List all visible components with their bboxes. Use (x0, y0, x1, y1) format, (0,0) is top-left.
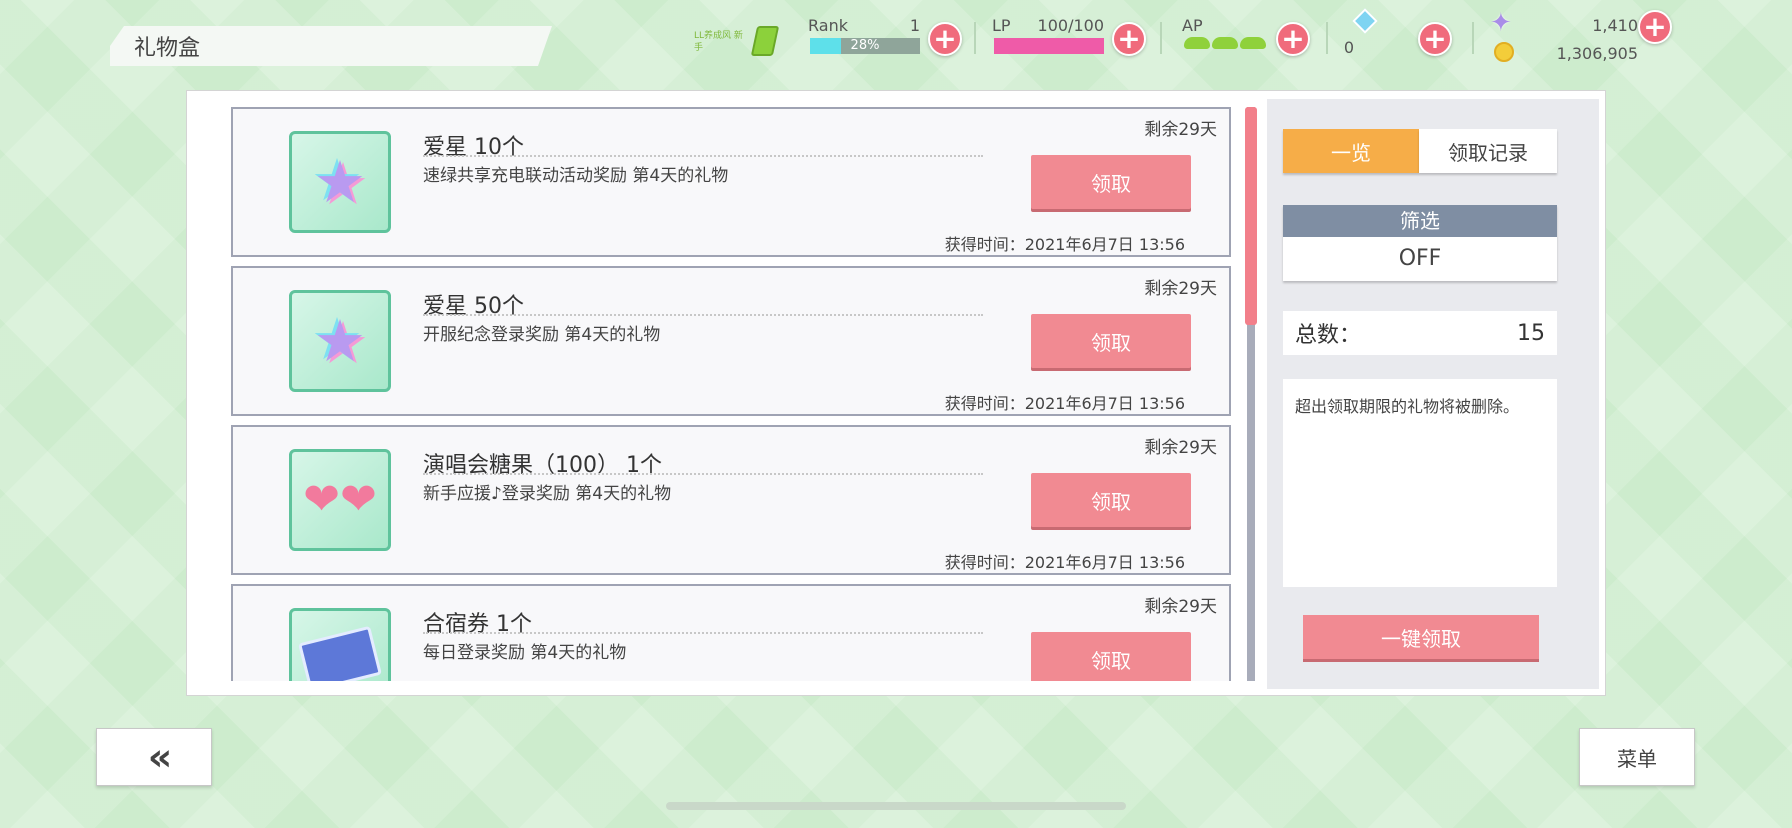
player-badge[interactable]: LL养成风 新手 (694, 24, 790, 60)
hud-divider (974, 22, 976, 54)
gift-description: 速绿共享充电联动活动奖励 第4天的礼物 (423, 166, 729, 186)
star-count: 1,410 (1592, 16, 1638, 35)
rank-label: Rank (808, 16, 848, 35)
gift-remaining: 剩余29天 (1144, 438, 1217, 458)
claim-all-button[interactable]: 一键领取 (1303, 615, 1539, 659)
dotted-divider (423, 155, 983, 157)
hud-divider (1326, 22, 1328, 54)
gem-plus-button[interactable]: + (1418, 22, 1452, 56)
lp-plus-button[interactable]: + (1112, 22, 1146, 56)
rank-progress-text: 28% (850, 38, 880, 53)
coin-count: 1,306,905 (1556, 44, 1638, 63)
candy-icon: ❤❤ (289, 449, 391, 551)
dotted-divider (423, 632, 983, 634)
back-button[interactable]: « (96, 728, 212, 786)
badge-tag-icon (750, 26, 780, 56)
gift-card: ★ 爱星 50个 开服纪念登录奖励 第4天的礼物 剩余29天 领取 获得时间：2… (231, 266, 1231, 416)
total-count: 总数： 15 (1283, 311, 1557, 355)
gift-time: 获得时间：2021年6月7日 13:56 (944, 553, 1185, 572)
star-gem-icon: ★ (289, 290, 391, 392)
lp-label: LP (992, 16, 1011, 35)
rank-value: 1 (909, 16, 920, 35)
hud-divider (1160, 22, 1162, 54)
ap-plus-button[interactable]: + (1276, 22, 1310, 56)
gift-time: 获得时间：2021年6月7日 13:56 (944, 235, 1185, 254)
menu-button[interactable]: 菜单 (1579, 728, 1695, 786)
gift-card: 合宿券 1个 每日登录奖励 第4天的礼物 剩余29天 领取 (231, 584, 1231, 681)
diamond-icon (1352, 8, 1378, 34)
title-banner: 礼物盒 (110, 26, 552, 66)
gift-description: 开服纪念登录奖励 第4天的礼物 (423, 325, 661, 345)
filter-value: OFF (1398, 246, 1442, 271)
gift-box-panel: ★ 爱星 10个 速绿共享充电联动活动奖励 第4天的礼物 剩余29天 领取 获得… (186, 90, 1606, 696)
claim-button[interactable]: 领取 (1031, 473, 1191, 527)
shoe-icon (1240, 37, 1266, 49)
coin-icon (1494, 42, 1514, 62)
side-panel: 一览 领取记录 筛选 OFF 总数： 15 超出领取期限的礼物将被删除。 一键领… (1267, 99, 1599, 689)
gift-list[interactable]: ★ 爱星 10个 速绿共享充电联动活动奖励 第4天的礼物 剩余29天 领取 获得… (187, 91, 1255, 681)
gift-remaining: 剩余29天 (1144, 279, 1217, 299)
gift-description: 每日登录奖励 第4天的礼物 (423, 643, 627, 663)
shoe-icon (1184, 37, 1210, 49)
expiry-notice: 超出领取期限的礼物将被删除。 (1283, 379, 1557, 587)
claim-button[interactable]: 领取 (1031, 632, 1191, 681)
gift-description: 新手应援♪登录奖励 第4天的礼物 (423, 484, 672, 504)
filter-label: 筛选 (1283, 205, 1557, 237)
home-indicator[interactable] (666, 802, 1126, 810)
gift-card: ❤❤ 演唱会糖果（100） 1个 新手应援♪登录奖励 第4天的礼物 剩余29天 … (231, 425, 1231, 575)
tab-overview[interactable]: 一览 (1283, 129, 1419, 173)
gem-count: 0 (1343, 38, 1354, 57)
rank-plus-button[interactable]: + (928, 22, 962, 56)
gift-remaining: 剩余29天 (1144, 597, 1217, 617)
dotted-divider (423, 314, 983, 316)
total-label: 总数： (1295, 323, 1362, 348)
scrollbar-thumb[interactable] (1245, 107, 1257, 325)
claim-button[interactable]: 领取 (1031, 155, 1191, 209)
gift-time: 获得时间：2021年6月7日 13:56 (944, 394, 1185, 413)
ticket-icon (289, 608, 391, 681)
lp-value: 100/100 (1037, 16, 1104, 35)
page-title: 礼物盒 (134, 36, 201, 61)
star-gem-icon: ★ (289, 131, 391, 233)
tab-history[interactable]: 领取记录 (1419, 129, 1557, 173)
filter-button[interactable]: 筛选 OFF (1283, 205, 1557, 281)
claim-button[interactable]: 领取 (1031, 314, 1191, 368)
hud-divider (1472, 22, 1474, 54)
gift-remaining: 剩余29天 (1144, 120, 1217, 140)
gift-card: ★ 爱星 10个 速绿共享充电联动活动奖励 第4天的礼物 剩余29天 领取 获得… (231, 107, 1231, 257)
total-value: 15 (1517, 320, 1545, 346)
dotted-divider (423, 473, 983, 475)
player-badge-label: LL养成风 新手 (694, 31, 743, 53)
lp-bar (994, 38, 1104, 54)
shoe-icon (1212, 37, 1238, 49)
star-currency-icon: ✦ (1490, 8, 1512, 38)
star-plus-button[interactable]: + (1638, 10, 1672, 44)
ap-label: AP (1182, 16, 1203, 35)
ap-shoe-icons (1184, 34, 1274, 54)
